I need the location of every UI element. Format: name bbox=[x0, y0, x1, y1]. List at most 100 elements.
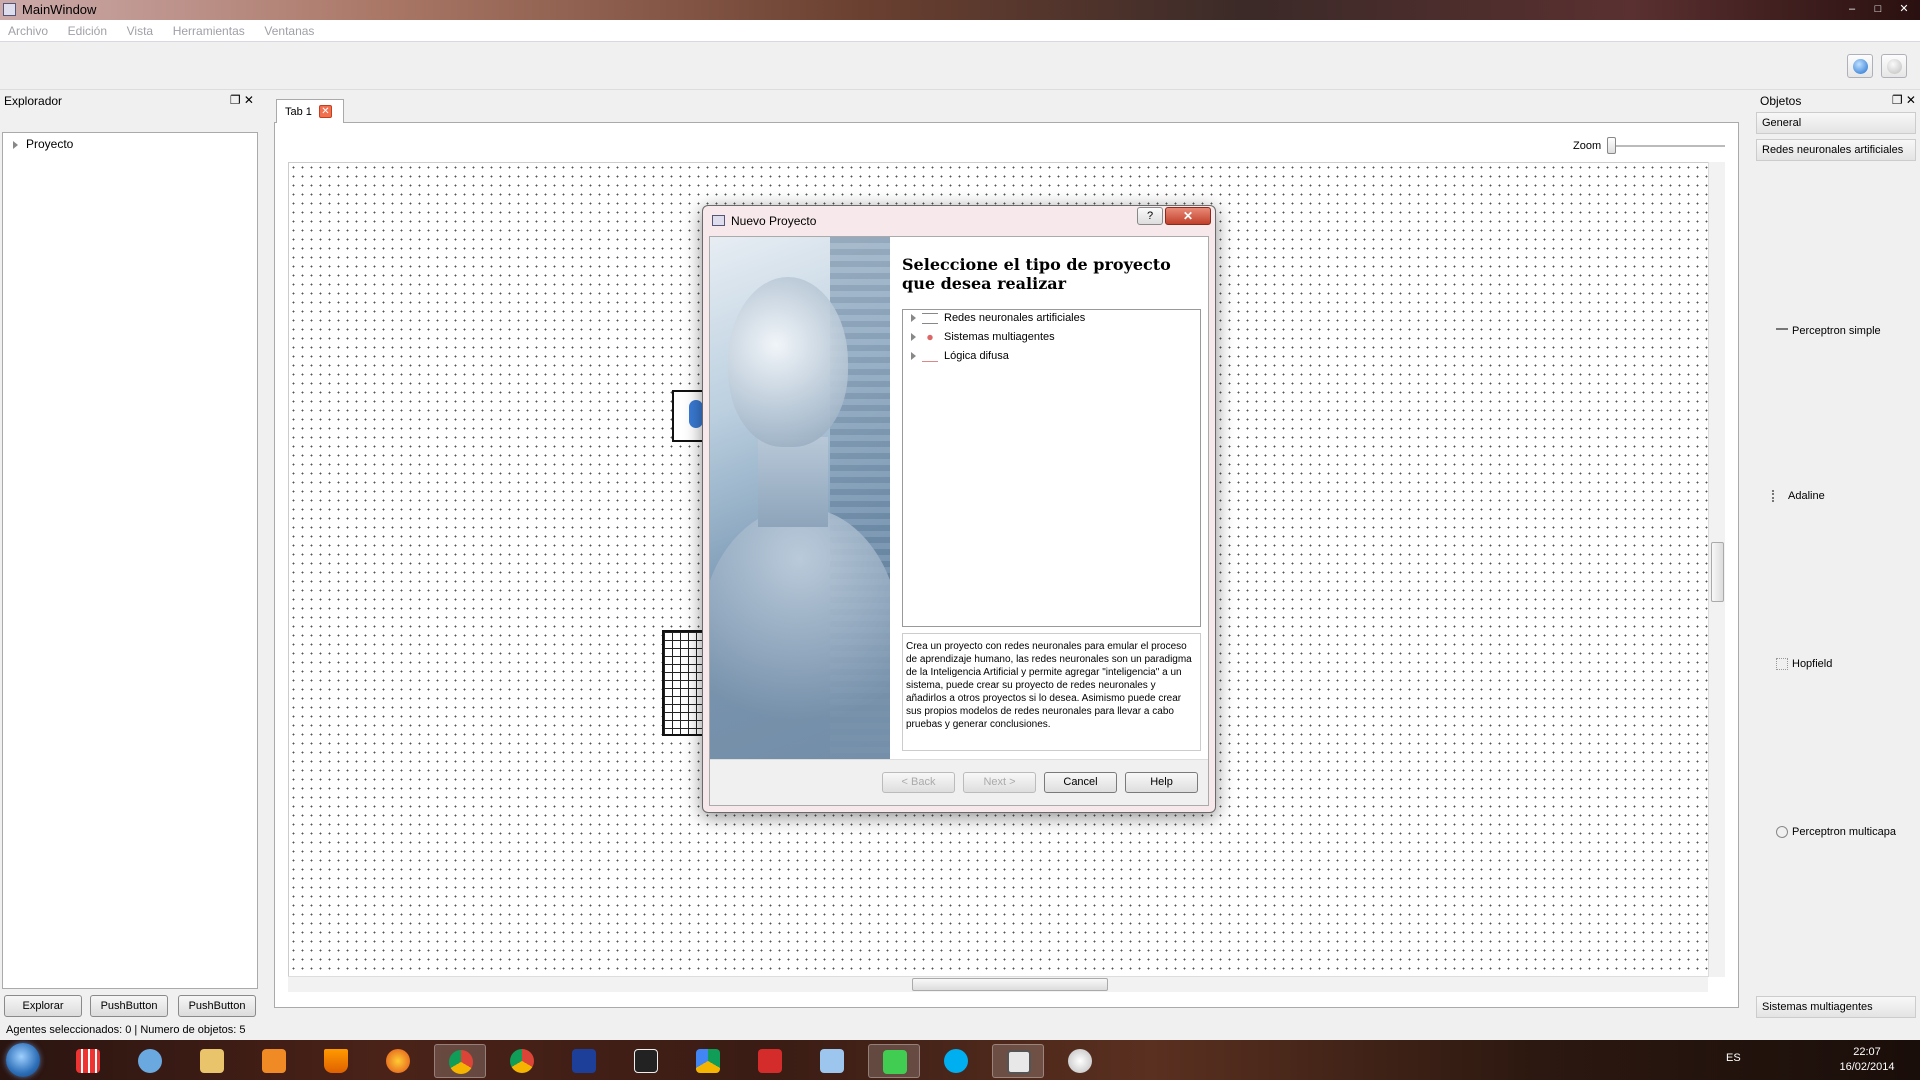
expand-arrow-icon[interactable] bbox=[911, 352, 916, 361]
clock-date: 16/02/2014 bbox=[1839, 1061, 1895, 1073]
menu-vista[interactable]: Vista bbox=[119, 20, 161, 38]
menu-archivo[interactable]: Archivo bbox=[0, 20, 56, 38]
canvas-object-grid[interactable] bbox=[662, 630, 706, 736]
canvas-horizontal-scrollbar[interactable] bbox=[288, 976, 1708, 992]
menu-herramientas[interactable]: Herramientas bbox=[165, 20, 253, 38]
dialog-body: Seleccione el tipo de proyecto que desea… bbox=[709, 236, 1209, 806]
object-adaline[interactable]: Adaline bbox=[1772, 490, 1825, 503]
skype-icon bbox=[944, 1049, 968, 1073]
taskbar-qt[interactable] bbox=[868, 1044, 920, 1078]
taskbar-chrome-2[interactable] bbox=[496, 1044, 548, 1078]
window-titlebar: MainWindow – □ ✕ bbox=[0, 0, 1920, 20]
folder-icon bbox=[200, 1049, 224, 1073]
expand-arrow-icon[interactable] bbox=[13, 140, 18, 149]
project-type-label: Sistemas multiagentes bbox=[944, 331, 1055, 343]
expand-arrow-icon[interactable] bbox=[911, 333, 916, 342]
tab-1[interactable]: Tab 1 ✕ bbox=[276, 99, 344, 123]
firefox-icon bbox=[386, 1049, 410, 1073]
dialog-footer: < Back Next > Cancel Help bbox=[710, 759, 1208, 805]
taskbar-chrome-1[interactable] bbox=[434, 1044, 486, 1078]
mplab-icon bbox=[758, 1049, 782, 1073]
neural-network-icon bbox=[922, 312, 938, 324]
back-button[interactable]: < Back bbox=[882, 772, 955, 793]
taskbar-drive[interactable] bbox=[682, 1044, 734, 1078]
object-perceptron-multicapa[interactable]: Perceptron multicapa bbox=[1776, 826, 1896, 839]
taskbar-firefox[interactable] bbox=[372, 1044, 424, 1078]
taskbar-skype[interactable] bbox=[930, 1044, 982, 1078]
taskbar-tool[interactable] bbox=[620, 1044, 672, 1078]
start-button[interactable] bbox=[6, 1043, 40, 1077]
taskbar-isis[interactable] bbox=[558, 1044, 610, 1078]
menu-ventanas[interactable]: Ventanas bbox=[256, 20, 322, 38]
tray-clock[interactable]: 22:07 16/02/2014 bbox=[1832, 1045, 1902, 1075]
dialog-help-icon[interactable]: ? bbox=[1137, 207, 1163, 225]
taskbar-explorer[interactable] bbox=[186, 1044, 238, 1078]
object-label: Hopfield bbox=[1792, 658, 1833, 670]
hopfield-icon bbox=[1776, 658, 1788, 671]
maximize-icon[interactable]: □ bbox=[1866, 1, 1890, 17]
agents-icon bbox=[922, 331, 938, 343]
close-icon[interactable]: ✕ bbox=[1892, 1, 1916, 17]
cancel-button[interactable]: Cancel bbox=[1044, 772, 1117, 793]
vertical-scroll-thumb[interactable] bbox=[1711, 542, 1724, 602]
chrome-icon bbox=[510, 1049, 534, 1073]
project-type-sistemas[interactable]: Sistemas multiagentes bbox=[911, 331, 1055, 343]
expand-arrow-icon[interactable] bbox=[911, 314, 916, 323]
minimize-icon[interactable]: – bbox=[1840, 1, 1864, 17]
canvas-vertical-scrollbar[interactable] bbox=[1708, 162, 1725, 977]
pushbutton-2[interactable]: PushButton bbox=[178, 995, 256, 1017]
taskbar-box[interactable] bbox=[806, 1044, 858, 1078]
play-icon bbox=[1853, 59, 1868, 74]
vlc-icon bbox=[324, 1049, 348, 1073]
taskbar-apps[interactable] bbox=[62, 1044, 114, 1078]
taskbar-mplab[interactable] bbox=[744, 1044, 796, 1078]
object-perceptron-simple[interactable]: Perceptron simple bbox=[1776, 322, 1881, 340]
taskbar-messenger[interactable] bbox=[124, 1044, 176, 1078]
microphone-icon bbox=[689, 400, 703, 428]
objects-dock-title: Objetos ❐ ✕ bbox=[1756, 92, 1920, 110]
tab-close-icon[interactable]: ✕ bbox=[319, 105, 332, 118]
project-type-list[interactable]: Redes neuronales artificiales Sistemas m… bbox=[902, 309, 1201, 627]
taskbar-paint[interactable] bbox=[1054, 1044, 1106, 1078]
tree-item-label: Proyecto bbox=[26, 137, 74, 151]
run-button[interactable] bbox=[1847, 54, 1873, 78]
objects-section-general[interactable]: General bbox=[1756, 112, 1916, 134]
zoom-slider-handle[interactable] bbox=[1607, 137, 1616, 154]
horizontal-scroll-thumb[interactable] bbox=[912, 978, 1108, 991]
zoom-slider-track[interactable] bbox=[1609, 145, 1725, 147]
tray-language[interactable]: ES bbox=[1726, 1052, 1741, 1064]
dialog-title: Nuevo Proyecto bbox=[731, 214, 817, 228]
taskbar-app-window[interactable] bbox=[992, 1044, 1044, 1078]
explorar-button[interactable]: Explorar bbox=[4, 995, 82, 1017]
taskbar-media[interactable] bbox=[248, 1044, 300, 1078]
tree-item-proyecto[interactable]: Proyecto bbox=[13, 137, 73, 151]
explorer-tree[interactable]: Proyecto bbox=[2, 132, 258, 989]
object-hopfield[interactable]: Hopfield bbox=[1776, 658, 1833, 671]
project-type-logica[interactable]: Lógica difusa bbox=[911, 350, 1009, 362]
chrome-icon bbox=[449, 1050, 473, 1074]
apps-grid-icon bbox=[76, 1049, 100, 1073]
refresh-button[interactable] bbox=[1881, 54, 1907, 78]
dialog-heading: Seleccione el tipo de proyecto que desea… bbox=[902, 255, 1171, 293]
pushbutton-1[interactable]: PushButton bbox=[90, 995, 168, 1017]
dialog-icon bbox=[712, 215, 725, 226]
help-button[interactable]: Help bbox=[1125, 772, 1198, 793]
app-icon bbox=[3, 3, 16, 16]
objects-section-redes[interactable]: Redes neuronales artificiales bbox=[1756, 139, 1916, 161]
app-window-icon bbox=[1007, 1050, 1031, 1074]
menu-edicion[interactable]: Edición bbox=[60, 20, 115, 38]
messenger-icon bbox=[138, 1049, 162, 1073]
explorer-dock-controls[interactable]: ❐ ✕ bbox=[230, 93, 254, 107]
objects-dock-controls[interactable]: ❐ ✕ bbox=[1892, 93, 1916, 107]
ai-head-illustration bbox=[710, 237, 890, 759]
window-controls: – □ ✕ bbox=[1840, 1, 1916, 17]
project-type-label: Lógica difusa bbox=[944, 350, 1009, 362]
dialog-close-icon[interactable]: ✕ bbox=[1165, 207, 1211, 225]
objects-section-sistemas[interactable]: Sistemas multiagentes bbox=[1756, 996, 1916, 1018]
canvas-object-microphone[interactable] bbox=[672, 390, 706, 442]
taskbar: ES 22:07 16/02/2014 bbox=[0, 1040, 1920, 1080]
project-type-redes[interactable]: Redes neuronales artificiales bbox=[911, 312, 1085, 324]
taskbar-vlc[interactable] bbox=[310, 1044, 362, 1078]
next-button[interactable]: Next > bbox=[963, 772, 1036, 793]
object-label: Perceptron simple bbox=[1792, 324, 1881, 337]
